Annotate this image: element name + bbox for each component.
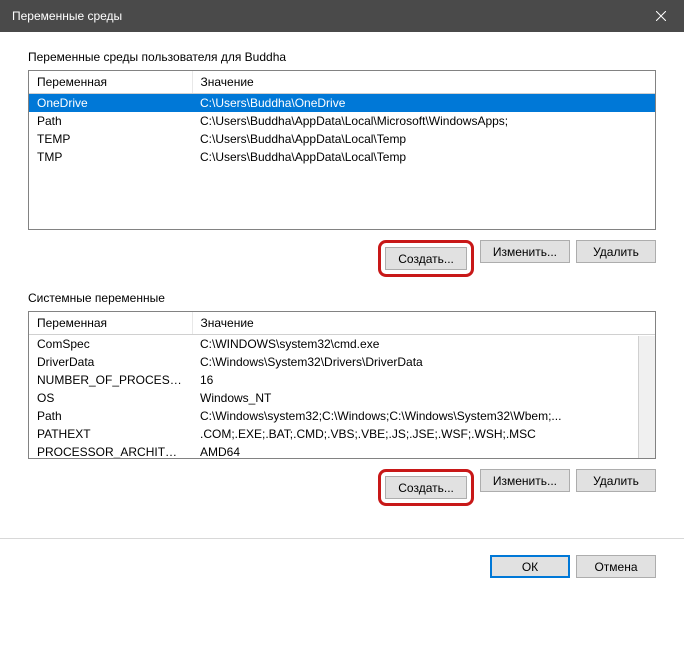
cell-value: C:\Users\Buddha\OneDrive xyxy=(192,94,655,113)
close-icon xyxy=(656,11,666,21)
cell-value: AMD64 xyxy=(192,443,655,459)
scrollbar[interactable] xyxy=(638,336,655,458)
titlebar: Переменные среды xyxy=(0,0,684,32)
system-vars-section: Системные переменные Переменная Значение… xyxy=(28,291,656,506)
cell-name: TMP xyxy=(29,148,192,166)
table-row[interactable]: OneDrive C:\Users\Buddha\OneDrive xyxy=(29,94,655,113)
delete-button[interactable]: Удалить xyxy=(576,240,656,263)
table-row[interactable]: OS Windows_NT xyxy=(29,389,655,407)
highlight-annotation: Создать... xyxy=(378,240,474,277)
dialog-content: Переменные среды пользователя для Buddha… xyxy=(0,32,684,534)
system-section-label: Системные переменные xyxy=(28,291,656,305)
cell-value: C:\Windows\System32\Drivers\DriverData xyxy=(192,353,655,371)
user-section-label: Переменные среды пользователя для Buddha xyxy=(28,50,656,64)
table-row[interactable]: DriverData C:\Windows\System32\Drivers\D… xyxy=(29,353,655,371)
dialog-buttons: ОК Отмена xyxy=(0,538,684,578)
cell-name: Path xyxy=(29,407,192,425)
cell-name: PROCESSOR_ARCHITECTURE xyxy=(29,443,192,459)
col-header-name[interactable]: Переменная xyxy=(29,71,192,94)
create-button[interactable]: Создать... xyxy=(385,247,467,270)
system-buttons-row: Создать... Изменить... Удалить xyxy=(28,469,656,506)
cell-name: PATHEXT xyxy=(29,425,192,443)
cell-name: NUMBER_OF_PROCESSORS xyxy=(29,371,192,389)
cell-name: Path xyxy=(29,112,192,130)
col-header-value[interactable]: Значение xyxy=(192,71,655,94)
col-header-value[interactable]: Значение xyxy=(192,312,655,335)
table-row[interactable]: Path C:\Users\Buddha\AppData\Local\Micro… xyxy=(29,112,655,130)
cell-name: OS xyxy=(29,389,192,407)
highlight-annotation: Создать... xyxy=(378,469,474,506)
cell-name: OneDrive xyxy=(29,94,192,113)
cell-name: DriverData xyxy=(29,353,192,371)
system-vars-table[interactable]: Переменная Значение ComSpec C:\WINDOWS\s… xyxy=(28,311,656,459)
env-vars-dialog: Переменные среды Переменные среды пользо… xyxy=(0,0,684,651)
edit-button[interactable]: Изменить... xyxy=(480,240,570,263)
table-row[interactable]: NUMBER_OF_PROCESSORS 16 xyxy=(29,371,655,389)
table-row[interactable]: TEMP C:\Users\Buddha\AppData\Local\Temp xyxy=(29,130,655,148)
delete-button[interactable]: Удалить xyxy=(576,469,656,492)
cell-value: C:\Windows\system32;C:\Windows;C:\Window… xyxy=(192,407,655,425)
cell-value: C:\WINDOWS\system32\cmd.exe xyxy=(192,335,655,354)
cell-value: .COM;.EXE;.BAT;.CMD;.VBS;.VBE;.JS;.JSE;.… xyxy=(192,425,655,443)
user-buttons-row: Создать... Изменить... Удалить xyxy=(28,240,656,277)
cell-value: 16 xyxy=(192,371,655,389)
ok-button[interactable]: ОК xyxy=(490,555,570,578)
table-row[interactable]: ComSpec C:\WINDOWS\system32\cmd.exe xyxy=(29,335,655,354)
cancel-button[interactable]: Отмена xyxy=(576,555,656,578)
cell-value: C:\Users\Buddha\AppData\Local\Temp xyxy=(192,148,655,166)
cell-value: Windows_NT xyxy=(192,389,655,407)
cell-value: C:\Users\Buddha\AppData\Local\Temp xyxy=(192,130,655,148)
cell-value: C:\Users\Buddha\AppData\Local\Microsoft\… xyxy=(192,112,655,130)
close-button[interactable] xyxy=(638,0,684,32)
create-button[interactable]: Создать... xyxy=(385,476,467,499)
edit-button[interactable]: Изменить... xyxy=(480,469,570,492)
window-title: Переменные среды xyxy=(12,9,122,23)
table-row[interactable]: PATHEXT .COM;.EXE;.BAT;.CMD;.VBS;.VBE;.J… xyxy=(29,425,655,443)
user-vars-table[interactable]: Переменная Значение OneDrive C:\Users\Bu… xyxy=(28,70,656,230)
cell-name: ComSpec xyxy=(29,335,192,354)
table-row[interactable]: Path C:\Windows\system32;C:\Windows;C:\W… xyxy=(29,407,655,425)
table-row[interactable]: TMP C:\Users\Buddha\AppData\Local\Temp xyxy=(29,148,655,166)
col-header-name[interactable]: Переменная xyxy=(29,312,192,335)
table-row[interactable]: PROCESSOR_ARCHITECTURE AMD64 xyxy=(29,443,655,459)
user-vars-section: Переменные среды пользователя для Buddha… xyxy=(28,50,656,277)
cell-name: TEMP xyxy=(29,130,192,148)
